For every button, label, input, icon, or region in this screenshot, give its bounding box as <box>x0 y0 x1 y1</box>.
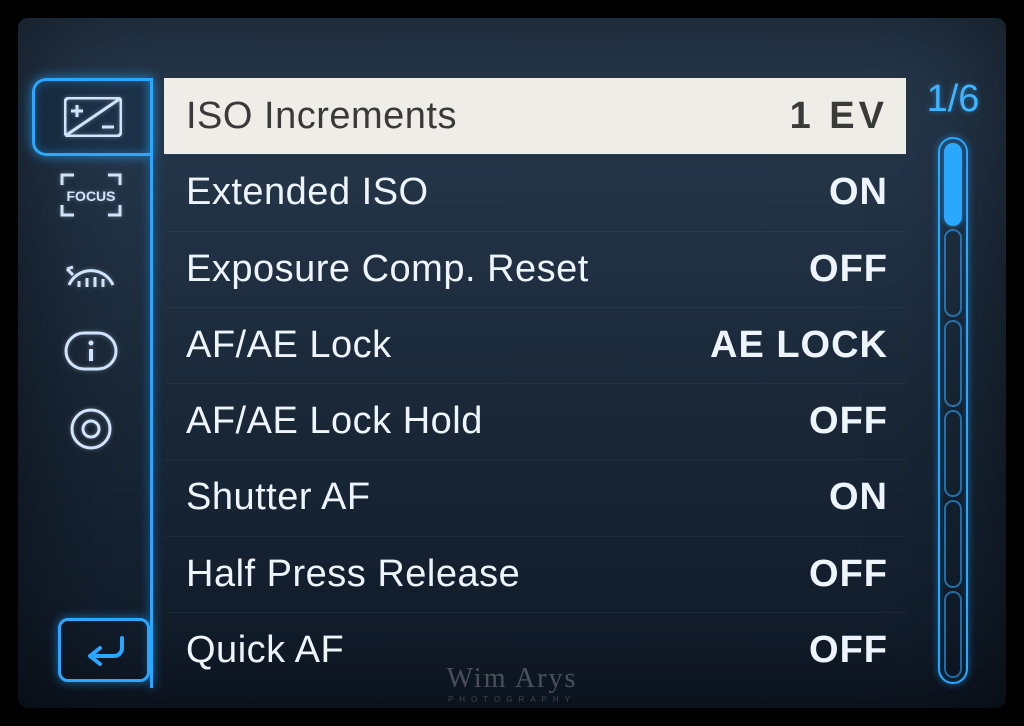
menu-item-value: OFF <box>809 553 888 596</box>
menu-item-value: OFF <box>809 248 888 291</box>
scroll-segment <box>944 143 962 226</box>
menu-item-af-ae-lock[interactable]: AF/AE Lock AE LOCK <box>164 307 906 383</box>
menu-item-value: OFF <box>809 629 888 672</box>
tab-exposure[interactable] <box>32 78 150 156</box>
tab-lens[interactable] <box>32 390 150 468</box>
menu-item-extended-iso[interactable]: Extended ISO ON <box>164 154 906 230</box>
back-button[interactable] <box>58 618 150 682</box>
page-column: 1/6 <box>918 78 988 684</box>
menu-item-half-press-release[interactable]: Half Press Release OFF <box>164 536 906 612</box>
svg-text:FOCUS: FOCUS <box>67 188 116 204</box>
menu-item-label: Quick AF <box>186 629 344 672</box>
menu-item-shutter-af[interactable]: Shutter AF ON <box>164 459 906 535</box>
menu-item-quick-af[interactable]: Quick AF OFF <box>164 612 906 688</box>
sidebar: FOCUS <box>18 78 150 688</box>
menu-item-value: AE LOCK <box>710 324 888 367</box>
menu-item-exposure-comp-reset[interactable]: Exposure Comp. Reset OFF <box>164 231 906 307</box>
menu-item-iso-increments[interactable]: ISO Increments 1 EV <box>164 78 906 154</box>
tab-focus[interactable]: FOCUS <box>32 156 150 234</box>
lens-icon <box>68 406 114 452</box>
sidebar-divider <box>150 78 153 688</box>
menu-item-label: Shutter AF <box>186 476 371 519</box>
scroll-segment <box>944 410 962 497</box>
menu-item-value: ON <box>829 171 888 214</box>
menu-item-label: ISO Increments <box>186 95 457 138</box>
scroll-segment <box>944 320 962 407</box>
watermark-sub: PHOTOGRAPHY <box>447 695 578 704</box>
page-indicator: 1/6 <box>927 78 980 121</box>
scrollbar[interactable] <box>938 137 968 684</box>
menu-item-value: OFF <box>809 400 888 443</box>
exposure-comp-icon <box>64 97 122 137</box>
menu-item-value: ON <box>829 476 888 519</box>
scroll-segment <box>944 229 962 316</box>
menu-item-label: Exposure Comp. Reset <box>186 248 589 291</box>
tab-info[interactable] <box>32 312 150 390</box>
menu-item-label: AF/AE Lock <box>186 324 392 367</box>
menu-item-label: Extended ISO <box>186 171 429 214</box>
menu-item-af-ae-lock-hold[interactable]: AF/AE Lock Hold OFF <box>164 383 906 459</box>
menu-list: ISO Increments 1 EV Extended ISO ON Expo… <box>164 78 906 688</box>
dial-icon <box>61 251 121 295</box>
scroll-segment <box>944 500 962 587</box>
back-arrow-icon <box>76 632 132 668</box>
menu-item-value: 1 EV <box>790 95 888 138</box>
menu-item-label: AF/AE Lock Hold <box>186 400 483 443</box>
focus-icon: FOCUS <box>60 173 122 217</box>
info-icon <box>64 331 118 371</box>
scroll-segment <box>944 591 962 678</box>
tab-dial[interactable] <box>32 234 150 312</box>
camera-menu-screen: FOCUS <box>18 18 1006 708</box>
menu-item-label: Half Press Release <box>186 553 520 596</box>
